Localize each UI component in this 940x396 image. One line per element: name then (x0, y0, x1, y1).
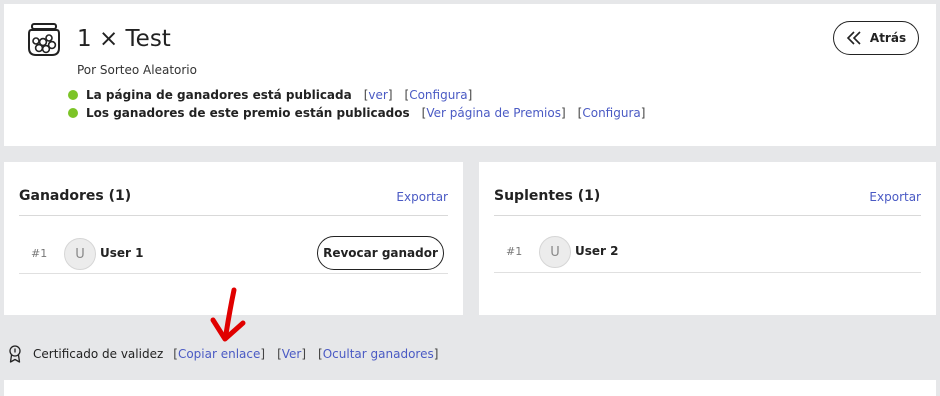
export-substitutes-link[interactable]: Exportar (869, 190, 921, 204)
substitutes-panel-title: Suplentes (1) (494, 188, 601, 204)
configure-winners-page-link[interactable]: Configura (409, 88, 467, 102)
annotation-arrow-icon (210, 287, 246, 342)
winners-panel-header: Ganadores (1) Exportar (19, 186, 448, 216)
raffle-header-card: 1 × Test Por Sorteo Aleatorio Atrás (4, 4, 936, 146)
hide-winners-link[interactable]: Ocultar ganadores (323, 347, 434, 361)
substitutes-panel-header: Suplentes (1) Exportar (494, 186, 921, 216)
status-dot (68, 90, 78, 100)
raffle-jar-icon (28, 23, 60, 56)
substitute-name: User 2 (575, 244, 619, 258)
page-subtitle: Por Sorteo Aleatorio (77, 63, 197, 77)
substitute-rank: #1 (506, 245, 523, 258)
revoke-winner-button[interactable]: Revocar ganador (317, 236, 444, 270)
avatar: U (539, 236, 571, 268)
configure-prizes-link[interactable]: Configura (582, 106, 640, 120)
winner-rank: #1 (31, 247, 48, 260)
certificate-row: Certificado de validez [Copiar enlace] [… (8, 345, 438, 363)
back-button-label: Atrás (869, 31, 907, 45)
status-prize-winners: Los ganadores de este premio están publi… (68, 105, 645, 121)
view-winners-page-link[interactable]: ver (368, 88, 387, 102)
bottom-card (4, 380, 936, 396)
status-dot (68, 108, 78, 118)
substitutes-panel: Suplentes (1) Exportar #1 U User 2 (479, 162, 936, 315)
winner-row: #1 U User 1 Revocar ganador (19, 222, 448, 274)
status-text: La página de ganadores está publicada (86, 88, 352, 102)
winner-name: User 1 (100, 246, 144, 260)
back-button[interactable]: Atrás (833, 21, 919, 55)
avatar: U (64, 238, 96, 270)
copy-link[interactable]: Copiar enlace (178, 347, 260, 361)
substitute-row: #1 U User 2 (494, 222, 921, 273)
certificate-label: Certificado de validez (33, 347, 164, 361)
status-winners-page: La página de ganadores está publicada [v… (68, 87, 472, 103)
medal-icon (9, 345, 21, 363)
double-chevron-left-icon (846, 31, 861, 45)
status-text: Los ganadores de este premio están publi… (86, 106, 410, 120)
winners-panel-title: Ganadores (1) (19, 188, 132, 204)
view-certificate-link[interactable]: Ver (282, 347, 302, 361)
page-title: 1 × Test (77, 26, 171, 52)
view-prizes-page-link[interactable]: Ver página de Premios (426, 106, 561, 120)
export-winners-link[interactable]: Exportar (396, 190, 448, 204)
